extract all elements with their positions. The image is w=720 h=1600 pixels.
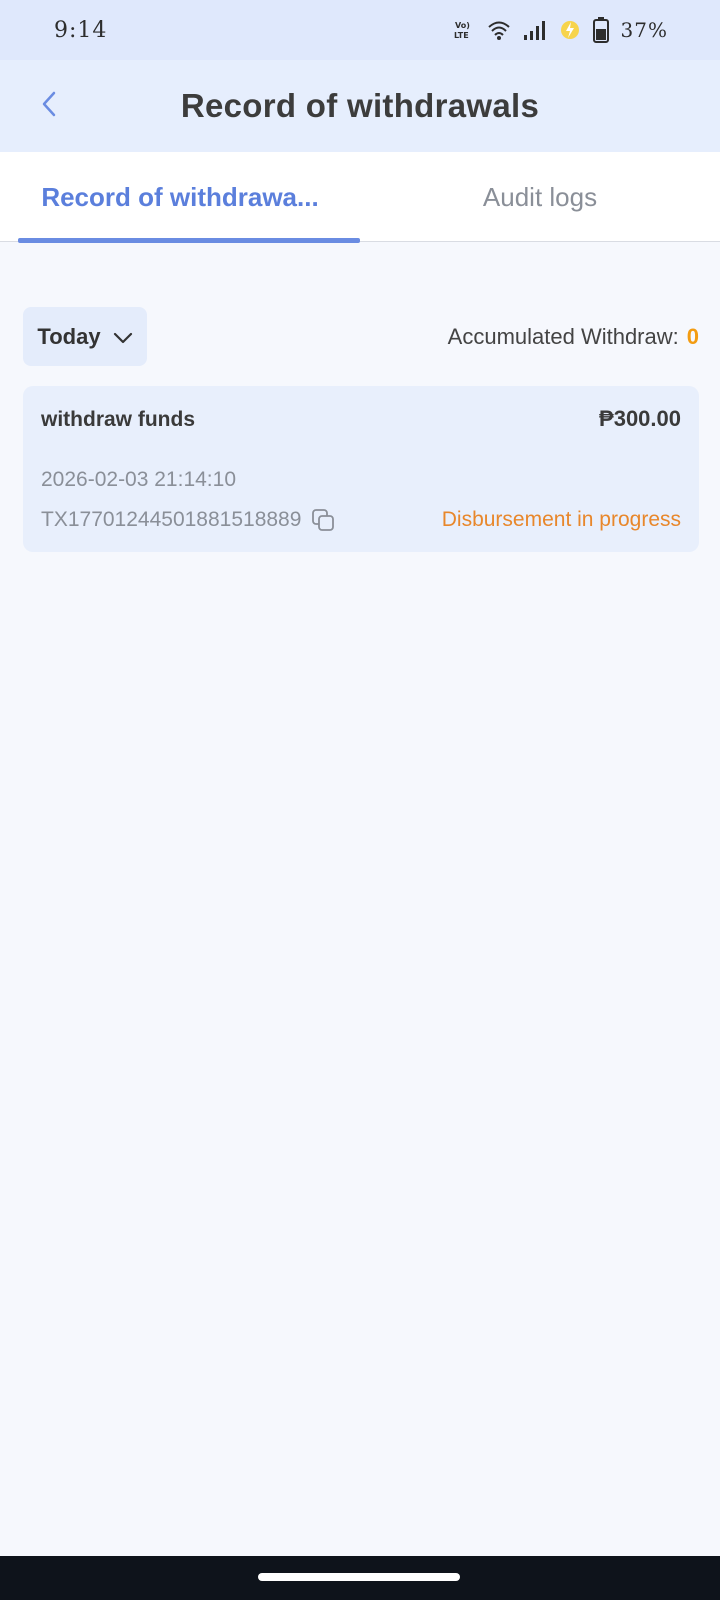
system-nav-bar <box>0 1556 720 1600</box>
page-title: Record of withdrawals <box>180 87 540 124</box>
volte-icon: Vo) LTE <box>453 19 475 41</box>
record-datetime: 2026-02-03 21:14:10 <box>41 468 236 491</box>
svg-text:Vo): Vo) <box>455 21 470 30</box>
back-button[interactable] <box>30 86 70 126</box>
tab-bar: Record of withdrawa... Audit logs <box>0 152 720 243</box>
accumulated-label: Accumulated Withdraw: <box>447 323 679 349</box>
transaction-id-text: TX17701244501881518889 <box>41 508 302 531</box>
svg-text:LTE: LTE <box>454 31 469 40</box>
app-header: Record of withdrawals <box>0 60 720 152</box>
charging-icon <box>559 19 581 41</box>
tab-record-of-withdrawals[interactable]: Record of withdrawa... <box>0 152 360 243</box>
battery-icon <box>592 17 609 43</box>
withdrawal-record-card[interactable]: withdraw funds ₱300.00 2026-02-03 21:14:… <box>23 386 699 552</box>
status-icons: Vo) LTE 37% <box>453 17 668 43</box>
copy-icon[interactable] <box>311 508 335 532</box>
record-transaction-id: TX17701244501881518889 <box>41 508 335 532</box>
signal-icon <box>523 19 547 41</box>
wifi-icon <box>487 19 511 41</box>
date-filter-dropdown[interactable]: Today <box>23 307 147 366</box>
home-indicator[interactable] <box>258 1573 460 1581</box>
record-amount: ₱300.00 <box>599 406 681 431</box>
accumulated-withdraw: Accumulated Withdraw: 0 <box>448 324 699 350</box>
record-status: Disbursement in progress <box>441 508 681 531</box>
status-time: 9:14 <box>54 17 108 43</box>
chevron-left-icon <box>40 90 60 123</box>
status-bar: 9:14 Vo) LTE 37% <box>0 0 720 60</box>
filter-row: Today Accumulated Withdraw: 0 <box>23 307 699 366</box>
tab-audit-logs[interactable]: Audit logs <box>360 152 720 242</box>
date-filter-label: Today <box>37 323 101 349</box>
accumulated-value: 0 <box>686 323 699 349</box>
battery-percent: 37% <box>620 18 668 42</box>
record-title: withdraw funds <box>41 408 195 431</box>
chevron-down-icon <box>113 324 133 350</box>
